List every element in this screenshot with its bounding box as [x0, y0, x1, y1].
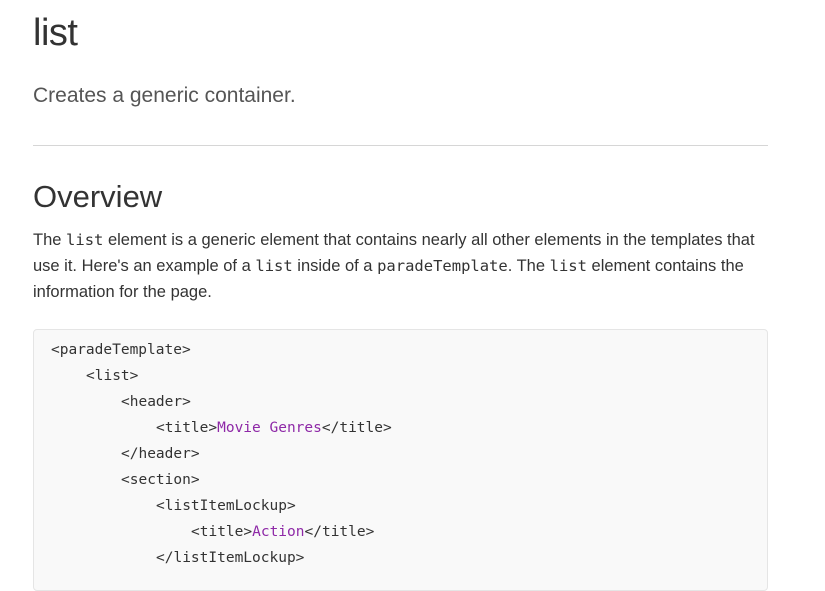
code-tag: <section>: [121, 472, 200, 488]
divider: [33, 145, 768, 146]
overview-heading: Overview: [33, 179, 163, 214]
code-line: <section>: [121, 467, 200, 493]
code-line: <header>: [121, 389, 191, 415]
code-line: </listItemLockup>: [156, 545, 304, 571]
overview-paragraph: The list element is a generic element th…: [33, 227, 768, 305]
code-tag: <listItemLockup>: [156, 498, 296, 514]
code-line: <list>: [86, 363, 138, 389]
paragraph-text: The: [33, 231, 67, 249]
code-tag: <paradeTemplate>: [51, 342, 191, 358]
paragraph-text: . The: [507, 257, 550, 275]
code-tag: <list>: [86, 368, 139, 384]
page-title: list: [33, 12, 78, 54]
code-line: <listItemLockup>: [156, 493, 296, 519]
code-tag: </header>: [121, 446, 200, 462]
code-text-content: Action: [252, 524, 305, 540]
inline-code: paradeTemplate: [377, 257, 508, 275]
code-line: <paradeTemplate>: [51, 337, 191, 363]
inline-code: list: [549, 257, 587, 275]
code-tag: </listItemLockup>: [156, 550, 305, 566]
code-listing: <paradeTemplate> <list> <header> <title>Mov…: [33, 329, 768, 591]
code-line: </header>: [121, 441, 200, 467]
code-tag: </title>: [304, 524, 375, 540]
paragraph-text: inside of a: [292, 257, 378, 275]
code-line: <title>Movie Genres</title>: [156, 415, 392, 441]
code-tag: <header>: [121, 394, 191, 410]
code-tag: <title>: [156, 420, 218, 436]
inline-code: list: [255, 257, 293, 275]
code-text-content: Movie Genres: [217, 420, 322, 436]
page-abstract: Creates a generic container.: [33, 84, 296, 107]
code-line: <title>Action</title>: [191, 519, 374, 545]
code-tag: </title>: [321, 420, 392, 436]
code-tag: <title>: [191, 524, 253, 540]
inline-code: list: [66, 231, 104, 249]
